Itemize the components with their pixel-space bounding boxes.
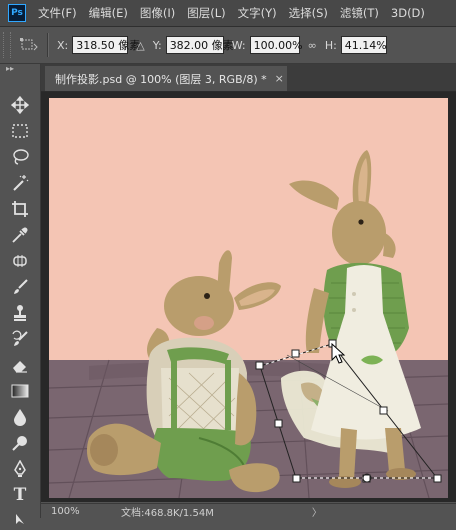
pen-icon[interactable] xyxy=(9,458,31,480)
dodge-icon[interactable] xyxy=(9,432,31,454)
status-bar: 100% 文档:468.8K/1.54M 〉 xyxy=(41,503,456,519)
width-scale-field[interactable]: 100.00% xyxy=(249,36,303,54)
canvas-area[interactable] xyxy=(41,92,456,502)
w-label: W: xyxy=(231,38,246,52)
document-size-info: 文档:468.8K/1.54M xyxy=(121,508,214,519)
transform-tool-icon[interactable] xyxy=(19,37,39,53)
menu-3d[interactable]: 3D(D) xyxy=(391,6,425,20)
move-icon[interactable] xyxy=(9,94,31,116)
eraser-icon[interactable] xyxy=(9,354,31,376)
menu-layer[interactable]: 图层(L) xyxy=(187,5,225,21)
options-bar: X: 318.50 像素 △ Y: 382.00 像素 W: 100.00% ∞… xyxy=(0,27,456,64)
x-position-field[interactable]: 318.50 像素 xyxy=(72,36,140,54)
blur-icon[interactable] xyxy=(9,406,31,428)
lasso-icon[interactable] xyxy=(9,146,31,168)
link-aspect-icon[interactable]: ∞ xyxy=(308,39,317,52)
document-tab[interactable]: 制作投影.psd @ 100% (图层 3, RGB/8) * × xyxy=(45,66,287,91)
document-tab-bar: 制作投影.psd @ 100% (图层 3, RGB/8) * × xyxy=(41,64,456,92)
h-label: H: xyxy=(324,38,337,52)
document-canvas[interactable] xyxy=(49,98,448,498)
y-label: Y: xyxy=(152,38,162,52)
y-position-field[interactable]: 382.00 像素 xyxy=(165,36,234,54)
type-icon[interactable]: T xyxy=(9,484,31,506)
history-brush-icon[interactable] xyxy=(9,328,31,350)
status-menu-arrow-icon[interactable]: 〉 xyxy=(312,504,322,519)
zoom-level[interactable]: 100% xyxy=(51,506,111,517)
crop-icon[interactable] xyxy=(9,198,31,220)
menu-type[interactable]: 文字(Y) xyxy=(238,5,277,21)
magic-wand-icon[interactable] xyxy=(9,172,31,194)
healing-brush-icon[interactable] xyxy=(9,250,31,272)
gradient-icon[interactable] xyxy=(9,380,31,402)
clone-stamp-icon[interactable] xyxy=(9,302,31,324)
photoshop-logo: Ps xyxy=(8,4,26,22)
menu-bar: Ps 文件(F) 编辑(E) 图像(I) 图层(L) 文字(Y) 选择(S) 滤… xyxy=(0,0,456,27)
menu-select[interactable]: 选择(S) xyxy=(289,5,328,21)
x-label: X: xyxy=(57,38,69,52)
marquee-icon[interactable] xyxy=(9,120,31,142)
eyedropper-icon[interactable] xyxy=(9,224,31,246)
menu-file[interactable]: 文件(F) xyxy=(38,5,77,21)
document-title: 制作投影.psd @ 100% (图层 3, RGB/8) * xyxy=(55,72,267,86)
close-icon[interactable]: × xyxy=(275,72,284,85)
menu-edit[interactable]: 编辑(E) xyxy=(89,5,128,21)
height-scale-field[interactable]: 41.14% xyxy=(340,36,387,54)
options-bar-grip[interactable] xyxy=(3,32,11,58)
tools-panel: ▸▸ T xyxy=(0,64,41,524)
options-separator xyxy=(47,33,49,57)
brush-icon[interactable] xyxy=(9,276,31,298)
menu-filter[interactable]: 滤镜(T) xyxy=(340,5,379,21)
panel-collapse-icon[interactable]: ▸▸ xyxy=(6,64,14,73)
relative-position-icon[interactable]: △ xyxy=(136,39,144,52)
menu-image[interactable]: 图像(I) xyxy=(140,5,175,21)
path-select-icon[interactable] xyxy=(9,508,31,530)
